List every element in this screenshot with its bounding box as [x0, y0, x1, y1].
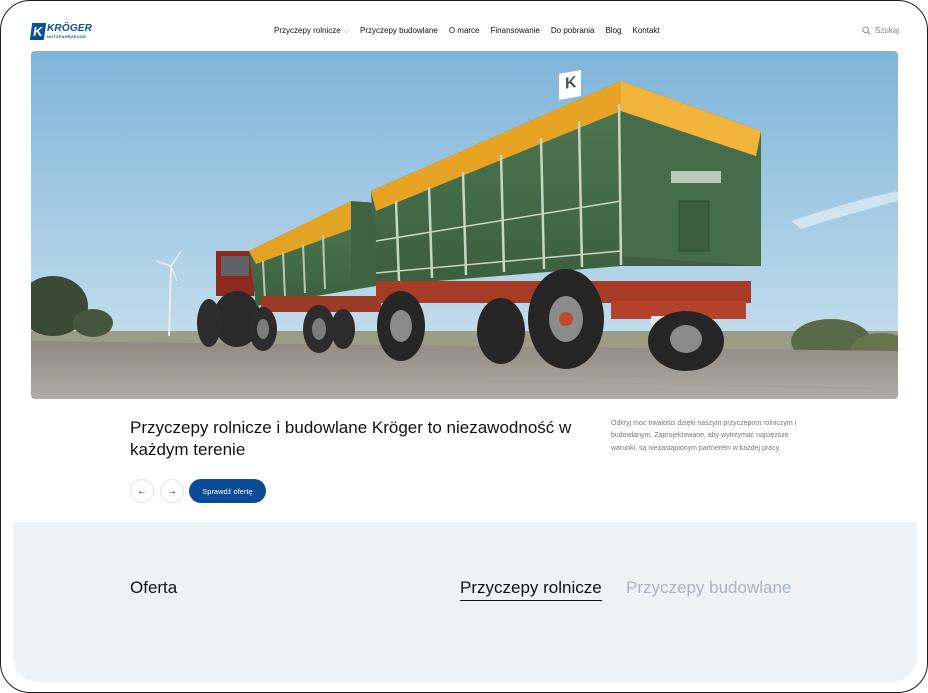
arrow-right-icon: → [167, 485, 177, 497]
nav-item-blog[interactable]: Blog [605, 26, 621, 36]
chevron-down-icon: ⌵ [343, 28, 349, 35]
nav-item-do-pobrania[interactable]: Do pobrania [551, 26, 595, 36]
hero-image: K [31, 51, 898, 399]
slider-prev-button[interactable]: ← [130, 479, 154, 503]
arrow-left-icon: ← [137, 485, 147, 497]
hero-headline: Przyczepy rolnicze i budowlane Kröger to… [130, 418, 572, 459]
nav-item-kontakt[interactable]: Kontakt [632, 26, 659, 36]
tab-przyczepy-budowlane[interactable]: Przyczepy budowlane [626, 578, 791, 598]
nav-item-o-marce[interactable]: O marce [449, 26, 480, 36]
check-offer-button[interactable]: Sprawdź ofertę [189, 479, 266, 503]
logo-mark: K [29, 23, 47, 40]
search-label: Szukaj [874, 26, 899, 35]
nav-item-finansowanie[interactable]: Finansowanie [491, 26, 540, 36]
browser-frame: K KRÖGER NUTZFAHRZEUGE Przyczepy rolnicz… [0, 0, 928, 693]
search-icon [862, 26, 871, 35]
nav-item-przyczepy-rolnicze[interactable]: Przyczepy rolnicze ⌵ [274, 26, 349, 36]
search-button[interactable]: Szukaj [862, 26, 899, 35]
nav-item-przyczepy-budowlane[interactable]: Przyczepy budowlane [360, 26, 438, 36]
brand-logo[interactable]: K KRÖGER NUTZFAHRZEUGE [29, 23, 93, 40]
logo-tagline: NUTZFAHRZEUGE [47, 34, 87, 39]
hero-illustration: K [31, 51, 898, 399]
hero-description: Odkryj moc trwałości dzięki naszym przyc… [611, 420, 797, 452]
slider-next-button[interactable]: → [160, 479, 184, 503]
offer-section: Oferta Przyczepy rolnicze Przyczepy budo… [13, 522, 917, 682]
trailer-logo-letter: K [565, 73, 577, 93]
logo-name: KRÖGER [47, 23, 93, 34]
tab-przyczepy-rolnicze[interactable]: Przyczepy rolnicze [460, 578, 602, 601]
offer-title: Oferta [130, 578, 178, 597]
main-nav: Przyczepy rolnicze ⌵ Przyczepy budowlane … [274, 26, 660, 36]
